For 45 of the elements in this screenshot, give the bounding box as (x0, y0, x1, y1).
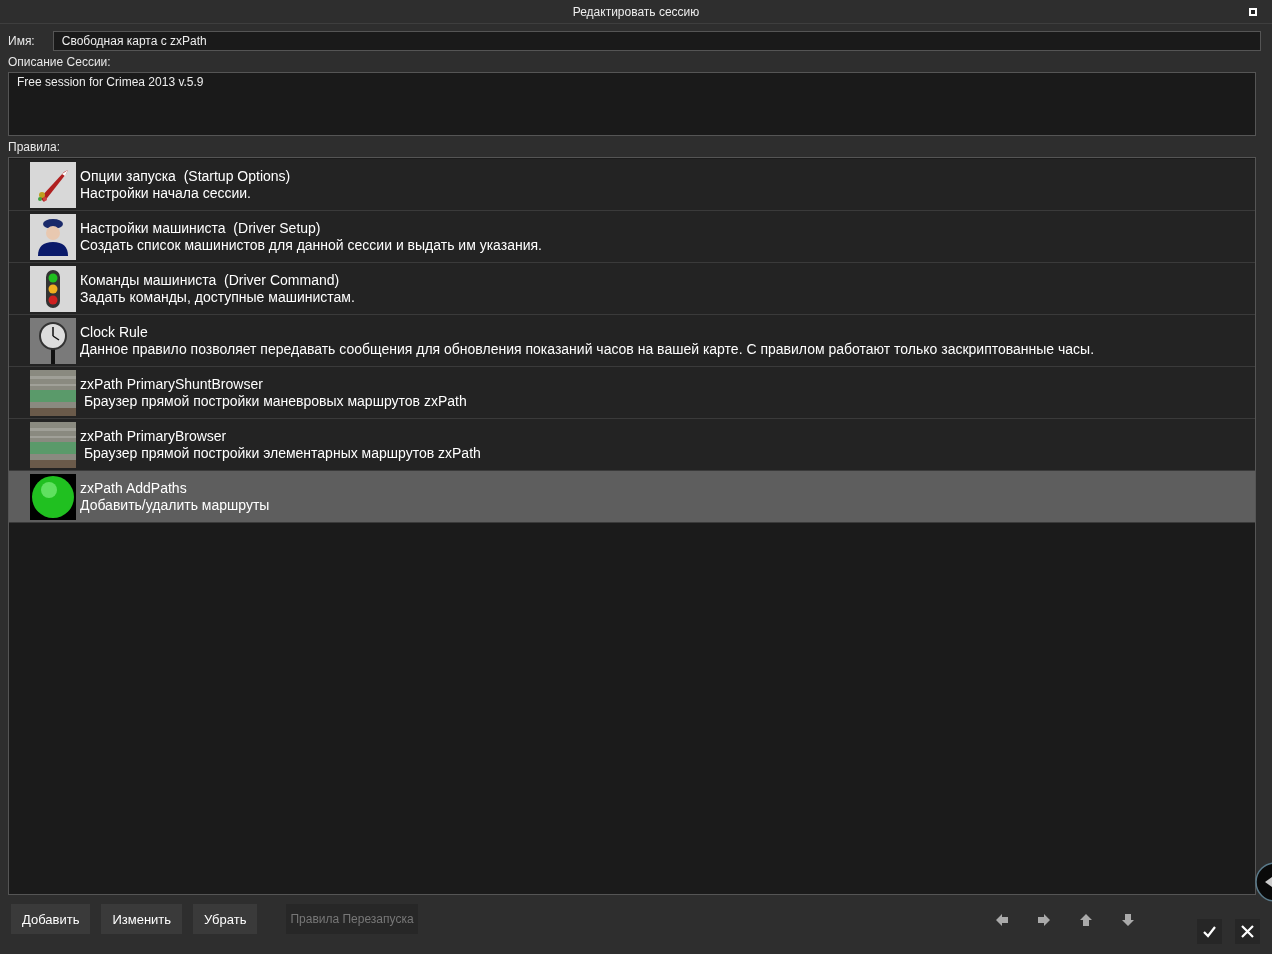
rule-row[interactable]: zxPath PrimaryBrowser Браузер прямой постройки элементарных маршрутов zxPath (9, 419, 1255, 471)
rule-title: Опции запуска (Startup Options) (80, 167, 291, 185)
down-arrow-icon[interactable] (1122, 914, 1134, 926)
round-handle-icon[interactable] (1255, 862, 1272, 902)
rule-description: Браузер прямой постройки маневровых маршрутов zxPath (82, 392, 467, 410)
rule-row[interactable]: Clock Rule Данное правило позволяет передавать сообщения для обновления показаний часов на вашей карте. С правилом работают только заскриптованные часы. (9, 315, 1255, 367)
action-button[interactable]: Убрать (193, 904, 258, 934)
left-arrow-icon[interactable] (996, 914, 1008, 926)
rocket-icon (30, 161, 76, 208)
driver-icon (30, 213, 76, 260)
rule-title: zxPath PrimaryShuntBrowser (80, 375, 264, 393)
description-label: Описание Сессии: (8, 55, 112, 69)
rule-row[interactable]: zxPath PrimaryShuntBrowser Браузер прямой постройки маневровых маршрутов zxPath (9, 367, 1255, 419)
rule-description: Задать команды, доступные машинистам. (80, 288, 355, 306)
window-title: Редактировать сессию (572, 4, 700, 19)
action-button[interactable]: Добавить (11, 904, 91, 934)
rule-row[interactable]: Настройки машиниста (Driver Setup) Создать список машинистов для данной сессии и выдать им указания. (9, 211, 1255, 263)
description-field[interactable]: Free session for Crimea 2013 v.5.9 (8, 72, 1256, 136)
rule-title: Clock Rule (80, 323, 149, 341)
rule-description: Браузер прямой постройки элементарных маршрутов zxPath (82, 444, 481, 462)
name-field[interactable]: Свободная карта с zxPath (52, 31, 1261, 51)
rule-title: zxPath AddPaths (80, 479, 188, 497)
clock-icon (30, 317, 76, 364)
rule-description: Настройки начала сессии. (80, 184, 252, 202)
window-button-icon[interactable] (1249, 8, 1257, 16)
right-arrow-icon[interactable] (1038, 914, 1050, 926)
wall-picture-icon (30, 421, 76, 468)
wall-picture-icon (30, 369, 76, 416)
up-arrow-icon[interactable] (1080, 914, 1092, 926)
name-label: Имя: (8, 34, 35, 48)
traffic-light-icon (30, 265, 76, 312)
rule-description: Добавить/удалить маршруты (80, 496, 270, 514)
rule-title: Команды машиниста (Driver Command) (80, 271, 341, 289)
close-icon[interactable] (1235, 919, 1260, 944)
rule-row[interactable]: Опции запуска (Startup Options) Настройки начала сессии. (9, 159, 1255, 211)
rule-description: Создать список машинистов для данной сессии и выдать им указания. (80, 236, 542, 254)
rule-title: Настройки машиниста (Driver Setup) (80, 219, 322, 237)
rule-row[interactable]: Команды машиниста (Driver Command) Задать команды, доступные машинистам. (9, 263, 1255, 315)
rule-description: Данное правило позволяет передавать сообщения для обновления показаний часов на вашей карте. С правилом работают только заскриптованные часы. (80, 340, 1095, 358)
rule-row[interactable]: zxPath AddPaths Добавить/удалить маршруты (9, 471, 1255, 523)
confirm-icon[interactable] (1197, 919, 1222, 944)
rule-title: zxPath PrimaryBrowser (80, 427, 228, 445)
ball-icon (30, 473, 76, 520)
rules-label: Правила: (8, 140, 62, 154)
action-button[interactable]: Изменить (101, 904, 183, 934)
